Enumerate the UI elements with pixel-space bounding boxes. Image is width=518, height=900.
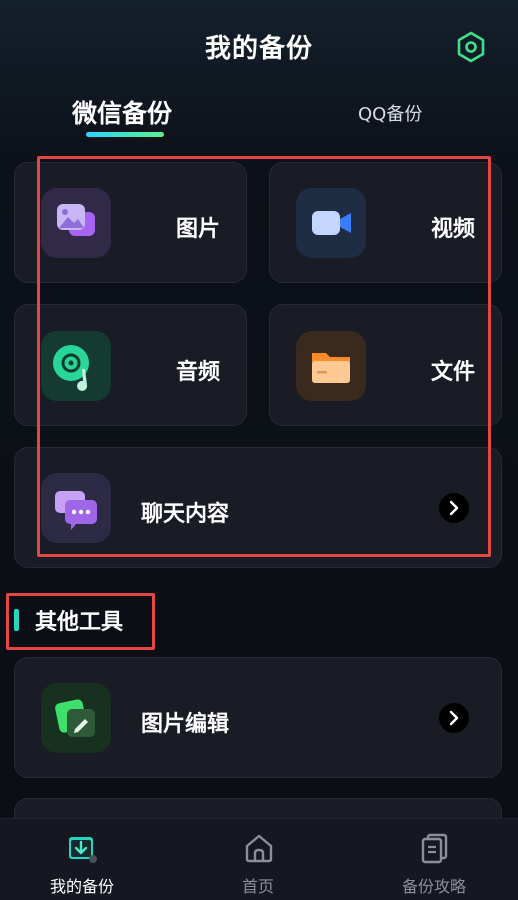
nav-backup-guide-label: 备份攻略 <box>401 877 466 896</box>
file-label: 文件 <box>431 360 476 385</box>
photo-label: 图片 <box>176 217 221 242</box>
bottom-navigation: 我的备份 首页 备份攻略 <box>0 818 518 900</box>
video-label: 视频 <box>431 217 476 242</box>
nav-my-backup[interactable]: 我的备份 <box>0 819 172 900</box>
video-icon <box>296 188 366 258</box>
folder-icon <box>296 331 366 401</box>
other-tools-title: 其他工具 <box>35 610 124 635</box>
chevron-right-icon[interactable] <box>439 493 469 523</box>
header: 我的备份 <box>0 0 518 95</box>
audio-label: 音频 <box>176 360 221 385</box>
home-icon <box>245 834 273 863</box>
page-title: 我的备份 <box>204 34 313 64</box>
music-disc-icon <box>41 331 111 401</box>
photo-icon <box>41 188 111 258</box>
chat-backup-card[interactable]: 聊天内容 <box>14 447 502 568</box>
documents-icon <box>421 833 448 864</box>
chevron-right-icon[interactable] <box>439 703 469 733</box>
active-tab-indicator <box>86 132 164 137</box>
image-edit-icon <box>41 683 111 753</box>
backup-download-icon <box>69 837 97 863</box>
nav-backup-guide[interactable]: 备份攻略 <box>346 819 518 900</box>
image-edit-label: 图片编辑 <box>141 712 230 737</box>
nav-my-backup-label: 我的备份 <box>49 877 114 896</box>
photo-backup-card[interactable]: 图片 <box>14 162 247 283</box>
nav-home[interactable]: 首页 <box>173 819 345 900</box>
section-accent-bar <box>14 609 19 631</box>
settings-icon[interactable] <box>454 30 488 64</box>
tab-qq-backup[interactable]: QQ备份 <box>358 100 422 126</box>
video-backup-card[interactable]: 视频 <box>269 162 502 283</box>
image-edit-card[interactable]: 图片编辑 <box>14 657 502 778</box>
chat-label: 聊天内容 <box>141 502 230 527</box>
file-backup-card[interactable]: 文件 <box>269 304 502 426</box>
nav-home-label: 首页 <box>241 877 274 896</box>
chat-bubble-icon <box>41 473 111 543</box>
audio-backup-card[interactable]: 音频 <box>14 304 247 426</box>
tab-wechat-backup[interactable]: 微信备份 <box>72 94 172 130</box>
